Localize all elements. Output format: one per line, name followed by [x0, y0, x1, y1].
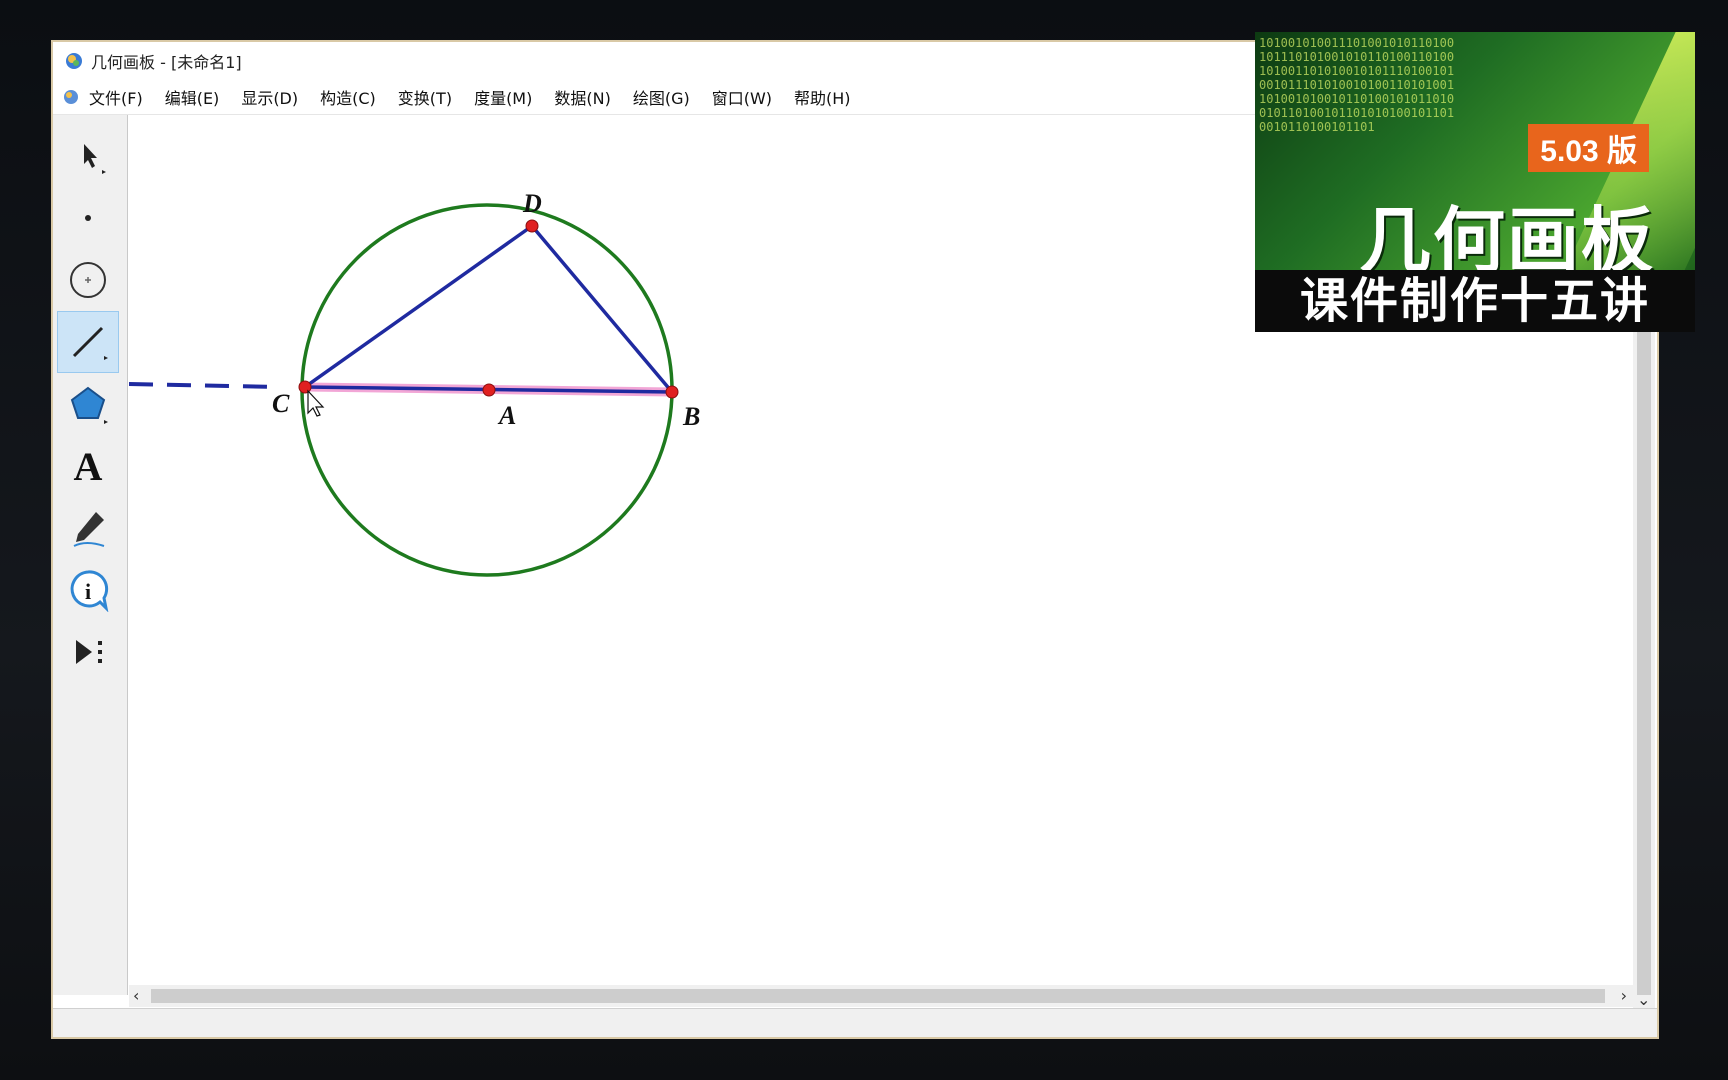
point-tool[interactable]	[57, 187, 119, 249]
point-A[interactable]	[482, 383, 496, 397]
menu-transform[interactable]: 变换(T)	[398, 85, 452, 109]
menu-graph[interactable]: 绘图(G)	[633, 85, 690, 109]
status-bar	[53, 1008, 1657, 1037]
text-tool[interactable]: A	[57, 435, 119, 497]
menu-window[interactable]: 窗口(W)	[712, 85, 772, 109]
segment-DB[interactable]	[530, 224, 674, 394]
compass-tool-icon	[70, 262, 106, 298]
compass-tool[interactable]	[57, 249, 119, 311]
horizontal-scrollbar[interactable]: ‹ ›	[129, 985, 1633, 1007]
window-title: 几何画板 - [未命名1]	[91, 53, 242, 72]
svg-text:i: i	[85, 579, 91, 604]
document-icon[interactable]	[63, 89, 79, 105]
text-tool-icon: A	[73, 443, 103, 489]
banner-subtitle: 课件制作十五讲	[1255, 270, 1695, 332]
point-D[interactable]	[525, 219, 539, 233]
polygon-tool-icon	[70, 386, 108, 424]
version-badge: 5.03 版	[1528, 124, 1649, 172]
custom-tool[interactable]	[57, 621, 119, 683]
marker-tool-icon	[73, 512, 105, 547]
menu-data[interactable]: 数据(N)	[554, 85, 610, 109]
label-D[interactable]: D	[522, 189, 542, 218]
point-tool-icon	[85, 215, 91, 221]
scroll-right-icon[interactable]: ›	[1621, 985, 1627, 1007]
course-banner: 1010010100111010010101101001011101010010…	[1255, 32, 1695, 332]
menu-measure[interactable]: 度量(M)	[474, 85, 532, 109]
mouse-cursor-icon	[307, 389, 325, 417]
polygon-tool[interactable]	[57, 373, 119, 435]
app-icon	[66, 53, 82, 69]
label-B[interactable]: B	[682, 402, 700, 431]
horizontal-scroll-thumb[interactable]	[151, 989, 1605, 1003]
segment-CD[interactable]	[303, 224, 534, 389]
menu-edit[interactable]: 编辑(E)	[165, 85, 220, 109]
scroll-left-icon[interactable]: ‹	[133, 985, 139, 1007]
menu-help[interactable]: 帮助(H)	[794, 85, 851, 109]
menu-file[interactable]: 文件(F)	[89, 85, 143, 109]
label-A[interactable]: A	[497, 401, 516, 430]
menu-display[interactable]: 显示(D)	[241, 85, 298, 109]
straightedge-tool[interactable]	[57, 311, 119, 373]
point-B[interactable]	[665, 385, 679, 399]
label-C[interactable]: C	[272, 389, 290, 418]
straightedge-tool-icon	[72, 326, 108, 360]
marker-tool[interactable]	[57, 497, 119, 559]
arrow-tool-icon	[84, 144, 106, 174]
dashed-ray[interactable]	[128, 382, 280, 389]
information-tool[interactable]: i	[57, 559, 119, 621]
toolbox: A i	[53, 115, 128, 995]
custom-tool-icon	[76, 640, 102, 664]
menu-construct[interactable]: 构造(C)	[320, 85, 376, 109]
arrow-tool[interactable]	[57, 125, 119, 187]
point-C[interactable]	[298, 380, 312, 394]
information-tool-icon: i	[70, 570, 109, 612]
